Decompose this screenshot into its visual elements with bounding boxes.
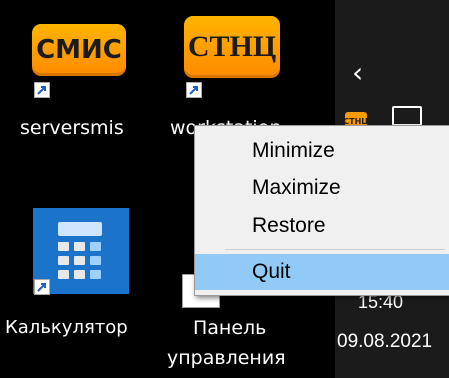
calculator-screen	[58, 222, 102, 236]
menu-item-maximize[interactable]: Maximize	[195, 170, 449, 206]
stnc-app-icon: СТНЦ	[184, 16, 280, 78]
menu-item-minimize[interactable]: Minimize	[195, 133, 449, 169]
shortcut-arrow-icon	[34, 82, 50, 98]
calculator-key	[90, 270, 101, 279]
shortcut-arrow-icon	[34, 279, 50, 295]
calculator-key	[90, 242, 101, 251]
show-hidden-icons-chevron-icon[interactable]: ‹	[352, 59, 374, 87]
desktop-icon-label-line2: управления	[167, 347, 286, 369]
clock-date[interactable]: 09.08.2021	[337, 331, 432, 353]
calculator-key	[58, 242, 69, 251]
calculator-key	[74, 256, 85, 265]
desktop-icon-label: Калькулятор	[5, 317, 128, 338]
context-menu: Minimize Maximize Restore Quit	[194, 125, 449, 296]
calculator-key	[74, 270, 85, 279]
calculator-key	[90, 256, 101, 265]
desktop-icon-label: serversmis	[20, 117, 124, 139]
shortcut-arrow-icon	[186, 82, 202, 98]
menu-item-restore[interactable]: Restore	[195, 208, 449, 244]
desktop-icon-label-line1: Панель	[193, 317, 267, 339]
calculator-key	[74, 242, 85, 251]
menu-item-quit[interactable]: Quit	[195, 254, 449, 290]
calculator-key	[58, 270, 69, 279]
smis-app-icon: СМИС	[32, 24, 126, 76]
menu-separator	[225, 249, 445, 250]
network-icon[interactable]	[392, 106, 422, 126]
calculator-key	[58, 256, 69, 265]
